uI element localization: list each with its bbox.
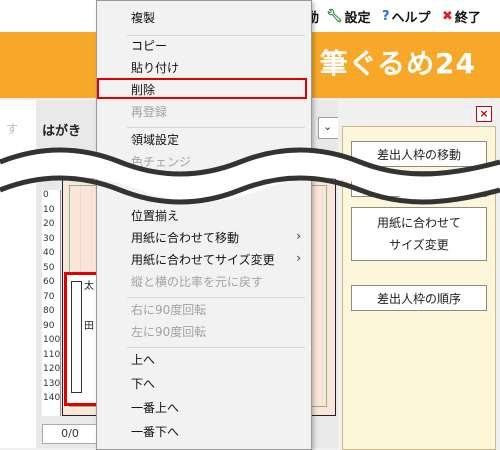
menu-item-send-down[interactable]: 下へ <box>131 375 155 393</box>
menu-item-fit-move[interactable]: 用紙に合わせて移動 <box>131 229 239 247</box>
fit-paper-size-line1: 用紙に合わせて <box>376 216 461 230</box>
menu-item-bring-up[interactable]: 上へ <box>131 351 155 369</box>
left-panel-ghost-text: す <box>6 122 19 136</box>
menu-item-restore-ratio: 縦と横の比率を元に戻す <box>131 275 264 289</box>
menu-item-align[interactable]: 位置揃え <box>131 207 179 225</box>
menu-item-fit-move-label: 用紙に合わせて移動 <box>131 231 240 245</box>
menu-item-duplicate[interactable]: 複製 <box>131 9 155 27</box>
sender-frame-order-button[interactable]: 差出人枠の順序 <box>351 285 487 311</box>
question-icon: ? <box>382 8 390 24</box>
document-tab-label: はがき <box>42 124 82 139</box>
menu-item-fit-resize[interactable]: 用紙に合わせてサイズ変更 <box>131 251 275 269</box>
zoom-dropdown[interactable]: ⌄ <box>318 117 340 139</box>
menu-item-fit-resize-label: 用紙に合わせてサイズ変更 <box>131 253 275 267</box>
menu-separator <box>127 35 305 36</box>
wrench-icon: 🔧︎ <box>326 8 343 24</box>
menu-item-rotate-left: 左に90度回転 <box>131 325 207 339</box>
ruler-left-tick: 110 <box>43 349 61 360</box>
settings-label: 設定 <box>344 10 371 26</box>
menu-separator <box>127 297 305 298</box>
ruler-left-tick: 90 <box>43 320 55 331</box>
menu-item-rotate-right: 右に90度回転 <box>131 303 207 317</box>
menu-item-paste[interactable]: 貼り付け <box>131 59 179 77</box>
exit-label: 終了 <box>454 10 481 26</box>
x-icon: ✖ <box>442 8 453 24</box>
ruler-left-tick: 60 <box>43 277 55 287</box>
delete-highlight-box <box>97 78 307 99</box>
ruler-left-tick: 70 <box>43 291 55 302</box>
sender-char: 田 <box>84 321 94 332</box>
help-button[interactable]: ? ヘルプ <box>382 6 431 26</box>
sender-chars: 太 田 <box>84 279 96 335</box>
menu-item-reregister: 再登録 <box>131 105 168 119</box>
menu-item-bring-top[interactable]: 一番上へ <box>131 399 179 417</box>
ruler-left-tick: 130 <box>43 378 61 389</box>
menu-separator <box>127 127 305 128</box>
ruler-left-tick: 40 <box>43 248 55 258</box>
settings-button[interactable]: 🔧︎ 設定 <box>326 6 371 26</box>
sender-char: 太 <box>84 281 94 292</box>
exit-button[interactable]: ✖ 終了 <box>442 6 481 26</box>
ruler-left-tick: 50 <box>43 262 55 273</box>
screenshot-break-wave <box>0 147 500 205</box>
app-logo: 筆ぐるめ24 <box>319 47 476 80</box>
menu-item-send-bottom[interactable]: 一番下へ <box>131 423 179 441</box>
ruler-left-tick: 140 <box>43 393 61 403</box>
chevron-down-icon: ⌄ <box>323 120 333 133</box>
ruler-left-tick: 10 <box>43 204 55 215</box>
help-label: ヘルプ <box>391 10 431 26</box>
page-status: 0/0 <box>42 424 98 444</box>
close-icon[interactable]: × <box>476 106 492 122</box>
ruler-left-tick: 80 <box>43 306 55 316</box>
sender-column-box <box>71 281 82 393</box>
submenu-arrow-icon: › <box>296 251 301 265</box>
context-menu: 複製 コピー 貼り付け 削除 再登録 領域設定 色チェンジ 位置揃え 用紙に合わ… <box>96 0 312 450</box>
fit-paper-size-line2: サイズ変更 <box>389 238 449 252</box>
fit-paper-size-button[interactable]: 用紙に合わせて サイズ変更 <box>351 207 487 261</box>
ruler-left-tick: 120 <box>43 364 61 374</box>
ruler-left-tick: 30 <box>43 233 55 244</box>
submenu-arrow-icon: › <box>296 229 301 243</box>
menu-separator <box>127 347 305 348</box>
ruler-left-tick: 100 <box>43 335 61 345</box>
ruler-left: 0 10 20 30 40 50 60 70 80 90 100 110 120 130 140 <box>42 190 61 416</box>
ruler-left-tick: 20 <box>43 219 55 229</box>
menu-item-copy[interactable]: コピー <box>131 37 167 55</box>
sender-frame-order-label: 差出人枠の順序 <box>376 291 461 306</box>
